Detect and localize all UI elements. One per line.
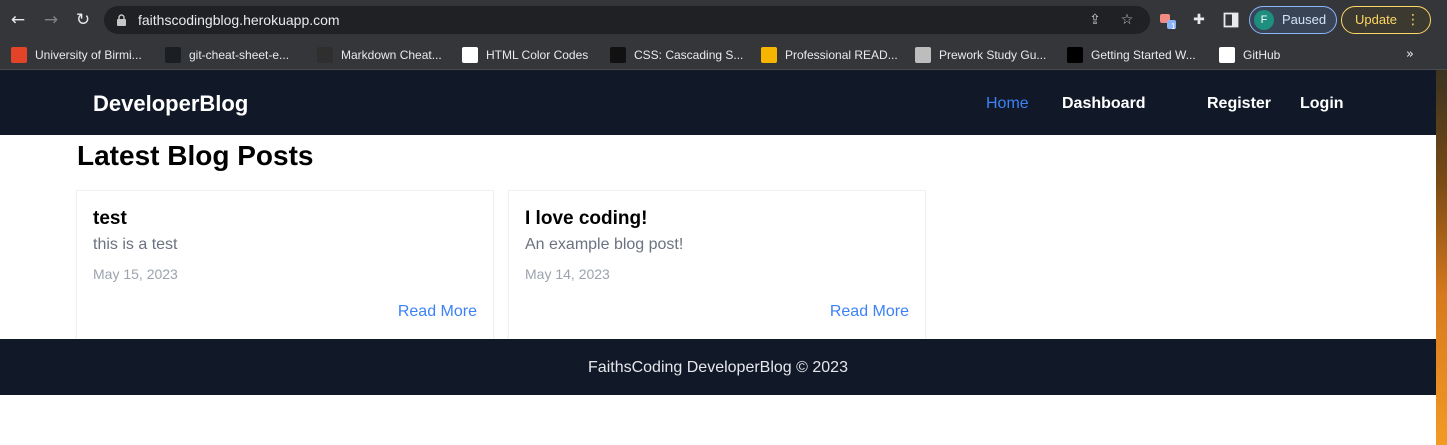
post-title[interactable]: I love coding! xyxy=(525,207,647,231)
bookmark-label: University of Birmi... xyxy=(35,48,142,62)
blog-post-card: test this is a test May 15, 2023 Read Mo… xyxy=(76,190,494,339)
update-label: Update xyxy=(1355,12,1397,27)
bookmark-6-icon xyxy=(915,47,931,63)
bookmark-label: Professional READ... xyxy=(785,48,898,62)
read-more-link[interactable]: Read More xyxy=(830,302,909,322)
main-content: Latest Blog Posts test this is a test Ma… xyxy=(0,135,1436,339)
post-description: An example blog post! xyxy=(525,236,684,253)
extension-badge-count: 1 xyxy=(1171,22,1176,31)
avatar: F xyxy=(1254,10,1274,30)
profile-button[interactable]: F Paused xyxy=(1249,6,1337,34)
bookmark-label: CSS: Cascading S... xyxy=(634,48,744,62)
nav-register[interactable]: Register xyxy=(1207,70,1271,137)
nav-login[interactable]: Login xyxy=(1300,70,1344,137)
bookmarks-overflow-icon[interactable]: » xyxy=(1406,45,1422,65)
bookmark-label: git-cheat-sheet-e... xyxy=(189,48,290,62)
footer-text: FaithsCoding DeveloperBlog © 2023 xyxy=(588,359,848,376)
forward-arrow-icon[interactable]: → xyxy=(39,8,63,32)
nav-dashboard[interactable]: Dashboard xyxy=(1062,70,1146,137)
bookmark-label: HTML Color Codes xyxy=(486,48,589,62)
bookmark-3-icon xyxy=(462,47,478,63)
bookmark-label: Markdown Cheat... xyxy=(341,48,442,62)
bookmarks-bar: University of Birmi... git-cheat-sheet-e… xyxy=(0,40,1447,70)
reload-icon[interactable]: ↻ xyxy=(71,8,95,32)
site-header: DeveloperBlog Home Dashboard Register Lo… xyxy=(0,70,1436,135)
browser-toolbar: ← → ↻ faithscodingblog.herokuapp.com ⇪ ☆… xyxy=(0,0,1447,40)
bookmark-label: Getting Started W... xyxy=(1091,48,1196,62)
page-title: Latest Blog Posts xyxy=(77,140,314,171)
post-title[interactable]: test xyxy=(93,207,127,231)
post-date: May 15, 2023 xyxy=(93,266,178,282)
bookmark-7-icon xyxy=(1067,47,1083,63)
desktop-background-edge xyxy=(1436,70,1447,445)
bookmark-8-icon xyxy=(1219,47,1235,63)
nav-home[interactable]: Home xyxy=(986,70,1029,137)
more-vert-icon: ⋮ xyxy=(1406,12,1420,28)
bookmark-label: Prework Study Gu... xyxy=(939,48,1047,62)
share-icon[interactable]: ⇪ xyxy=(1086,12,1104,28)
bookmark-5-icon xyxy=(761,47,777,63)
bookmark-2-icon xyxy=(317,47,333,63)
puzzle-icon[interactable]: ✚ xyxy=(1189,10,1209,30)
back-arrow-icon[interactable]: ← xyxy=(6,8,30,32)
post-date: May 14, 2023 xyxy=(525,266,610,282)
bookmark-star-icon[interactable]: ☆ xyxy=(1118,12,1136,28)
bookmark-4-icon xyxy=(610,47,626,63)
site-brand[interactable]: DeveloperBlog xyxy=(93,70,248,137)
address-bar[interactable]: faithscodingblog.herokuapp.com ⇪ ☆ xyxy=(104,6,1150,34)
side-panel-icon[interactable] xyxy=(1221,10,1241,30)
post-description: this is a test xyxy=(93,236,178,253)
address-url: faithscodingblog.herokuapp.com xyxy=(138,12,340,28)
site-footer: FaithsCoding DeveloperBlog © 2023 xyxy=(0,339,1436,395)
bookmark-label: GitHub xyxy=(1243,48,1281,62)
bookmark-0-icon xyxy=(11,47,27,63)
bookmark-1-icon xyxy=(165,47,181,63)
profile-status: Paused xyxy=(1282,12,1327,27)
read-more-link[interactable]: Read More xyxy=(398,302,477,322)
lock-icon xyxy=(117,14,126,26)
blog-post-card: I love coding! An example blog post! May… xyxy=(508,190,926,339)
update-button[interactable]: Update ⋮ xyxy=(1341,6,1431,34)
